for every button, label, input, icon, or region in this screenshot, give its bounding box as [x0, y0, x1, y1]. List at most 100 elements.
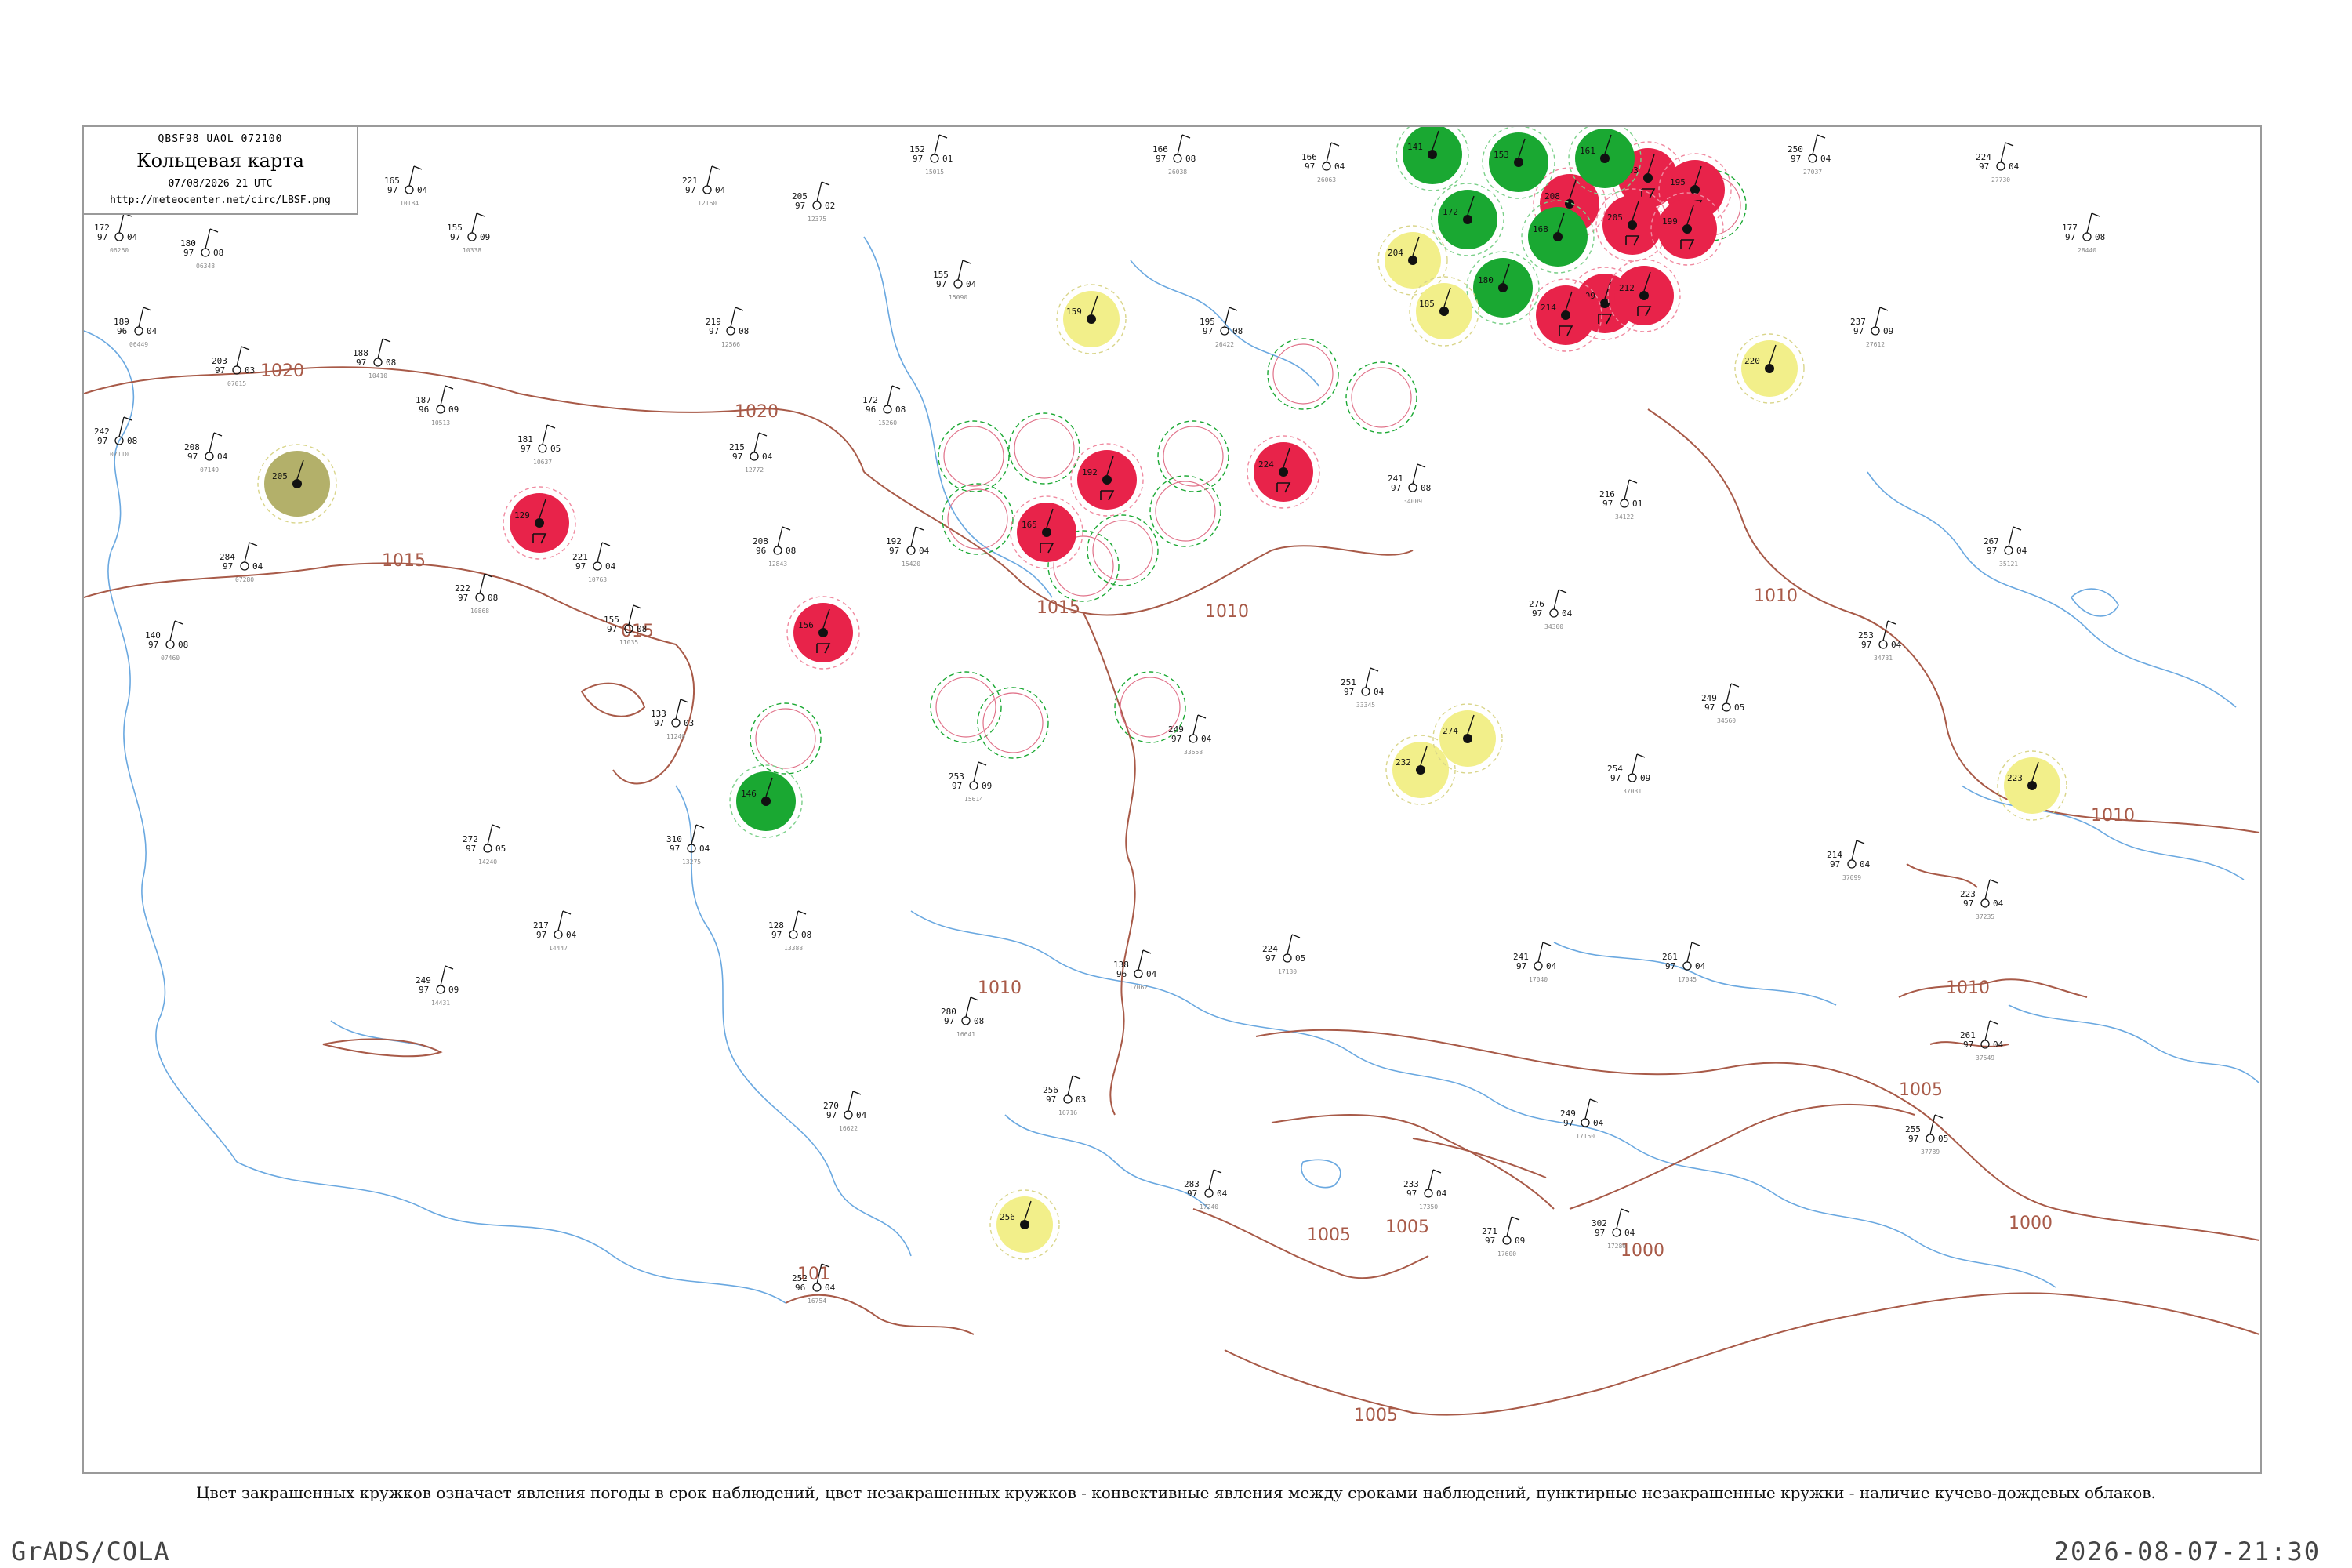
isobar-label: 1005 [1307, 1225, 1351, 1245]
fog_haze-circle: 256 [989, 1189, 1060, 1260]
station-id: 06449 [129, 341, 148, 348]
wind-barb [1177, 134, 1183, 155]
wind-barb-flag [1934, 1114, 1944, 1119]
station-pressure: 97 [575, 561, 586, 572]
station-temp: 274 [1443, 726, 1458, 736]
station-pressure: 97 [536, 930, 546, 940]
wind-barb-flag [1730, 683, 1740, 688]
station-temp: 180 [1478, 275, 1494, 285]
station-id: 16622 [839, 1125, 858, 1132]
station-plot: 25397 0915614 [949, 761, 992, 803]
station-marker [1220, 326, 1229, 336]
station-tendency: 09 [1883, 326, 1893, 336]
isobar-label: 1015 [1036, 598, 1080, 618]
station-plot: 18996 0406449 [114, 307, 158, 348]
station-id: 06348 [196, 263, 215, 270]
station-pressure: 97 [952, 781, 962, 791]
isobar-label: 1010 [2091, 806, 2135, 826]
station-plot: 27697 0434300 [1529, 589, 1573, 630]
station-marker [726, 326, 735, 336]
station-id: 17040 [1529, 976, 1548, 983]
station-pressure: 97 [1265, 953, 1276, 964]
shower-circle: 172 [1431, 183, 1504, 256]
station-id: 37031 [1623, 788, 1642, 795]
cumulonimbus-ring [1157, 420, 1229, 492]
station-tendency: 04 [1593, 1118, 1604, 1128]
wind-barb [169, 620, 176, 641]
station-marker [467, 232, 477, 241]
convective-ring [1120, 677, 1181, 738]
station-id: 17600 [1497, 1250, 1516, 1258]
footer-timestamp: 2026-08-07-21:30 [2053, 1537, 2321, 1566]
station-marker [1561, 310, 1570, 320]
station-id: 14240 [478, 858, 497, 866]
station-tendency: 05 [495, 844, 506, 854]
station-marker [1279, 467, 1288, 477]
station-pressure: 97 [670, 844, 680, 854]
station-marker [165, 640, 175, 649]
station-plot: 16697 0426063 [1301, 142, 1345, 183]
station-id: 15015 [925, 169, 944, 176]
station-marker [1847, 859, 1857, 869]
wind-barb-flag [915, 526, 924, 531]
wind-barb [793, 910, 799, 931]
station-marker [1996, 162, 2005, 171]
station-marker [1682, 961, 1692, 971]
station-temp: 205 [272, 471, 288, 481]
station-temp: 199 [1662, 216, 1678, 227]
convective-ring [982, 692, 1044, 753]
convective-ring [1272, 343, 1334, 405]
station-temp: 214 [1541, 303, 1556, 313]
station-temp: 168 [1533, 224, 1548, 234]
station-tendency: 05 [1734, 702, 1744, 713]
wind-barb-flag [382, 338, 391, 343]
wind-barb-flag [1542, 942, 1552, 946]
wind-barb-flag [1879, 307, 1889, 311]
wind-barb-flag [1558, 589, 1567, 593]
station-tendency: 04 [966, 279, 977, 289]
station-plot: 22397 0437235 [1960, 879, 2004, 920]
wind-barb [1326, 142, 1332, 163]
station-pressure: 97 [1156, 154, 1166, 164]
station-pressure: 97 [148, 640, 158, 650]
station-marker [1439, 307, 1449, 316]
wind-barb-flag [213, 432, 223, 437]
station-marker [953, 279, 963, 289]
station-marker [2082, 232, 2092, 241]
station-pressure: 97 [97, 232, 107, 242]
wind-barb [730, 307, 736, 328]
convective-ring [1014, 418, 1075, 479]
station-id: 34560 [1717, 717, 1736, 724]
station-plot: 15597 0910338 [447, 212, 490, 254]
station-id: 14431 [431, 1000, 450, 1007]
station-tendency: 04 [825, 1283, 836, 1293]
wind-barb [479, 573, 485, 594]
station-plot: 22497 0427730 [1976, 142, 2020, 183]
station-pressure: 97 [1791, 154, 1801, 164]
bulletin-code: QBSF98 UAOL 072100 [158, 133, 283, 145]
station-tendency: 04 [1624, 1228, 1635, 1238]
convective-ring [1351, 367, 1412, 428]
station-pressure: 97 [1602, 499, 1613, 509]
wind-barb-flag [1197, 714, 1207, 719]
station-plot: 23797 0927612 [1850, 307, 1893, 348]
wind-barb [1984, 1020, 1991, 1041]
station-marker [961, 1016, 971, 1025]
station-marker [373, 358, 383, 367]
station-pressure: 97 [1516, 961, 1526, 971]
station-id: 17130 [1278, 968, 1297, 975]
station-pressure: 97 [183, 248, 194, 258]
station-tendency: 04 [1374, 687, 1385, 697]
wind-barb-flag [1589, 1098, 1599, 1103]
station-plot: 15297 0115015 [909, 134, 953, 176]
wind-barb [1686, 942, 1693, 963]
station-tendency: 04 [127, 232, 138, 242]
station-id: 13275 [682, 858, 701, 866]
wind-barb [471, 212, 477, 234]
station-plot: 16597 0410184 [384, 165, 428, 207]
wind-barb-flag [797, 910, 807, 915]
cumulonimbus-ring [942, 483, 1014, 555]
station-pressure: 96 [117, 326, 127, 336]
station-marker [1722, 702, 1731, 712]
station-pressure: 97 [1830, 859, 1840, 869]
